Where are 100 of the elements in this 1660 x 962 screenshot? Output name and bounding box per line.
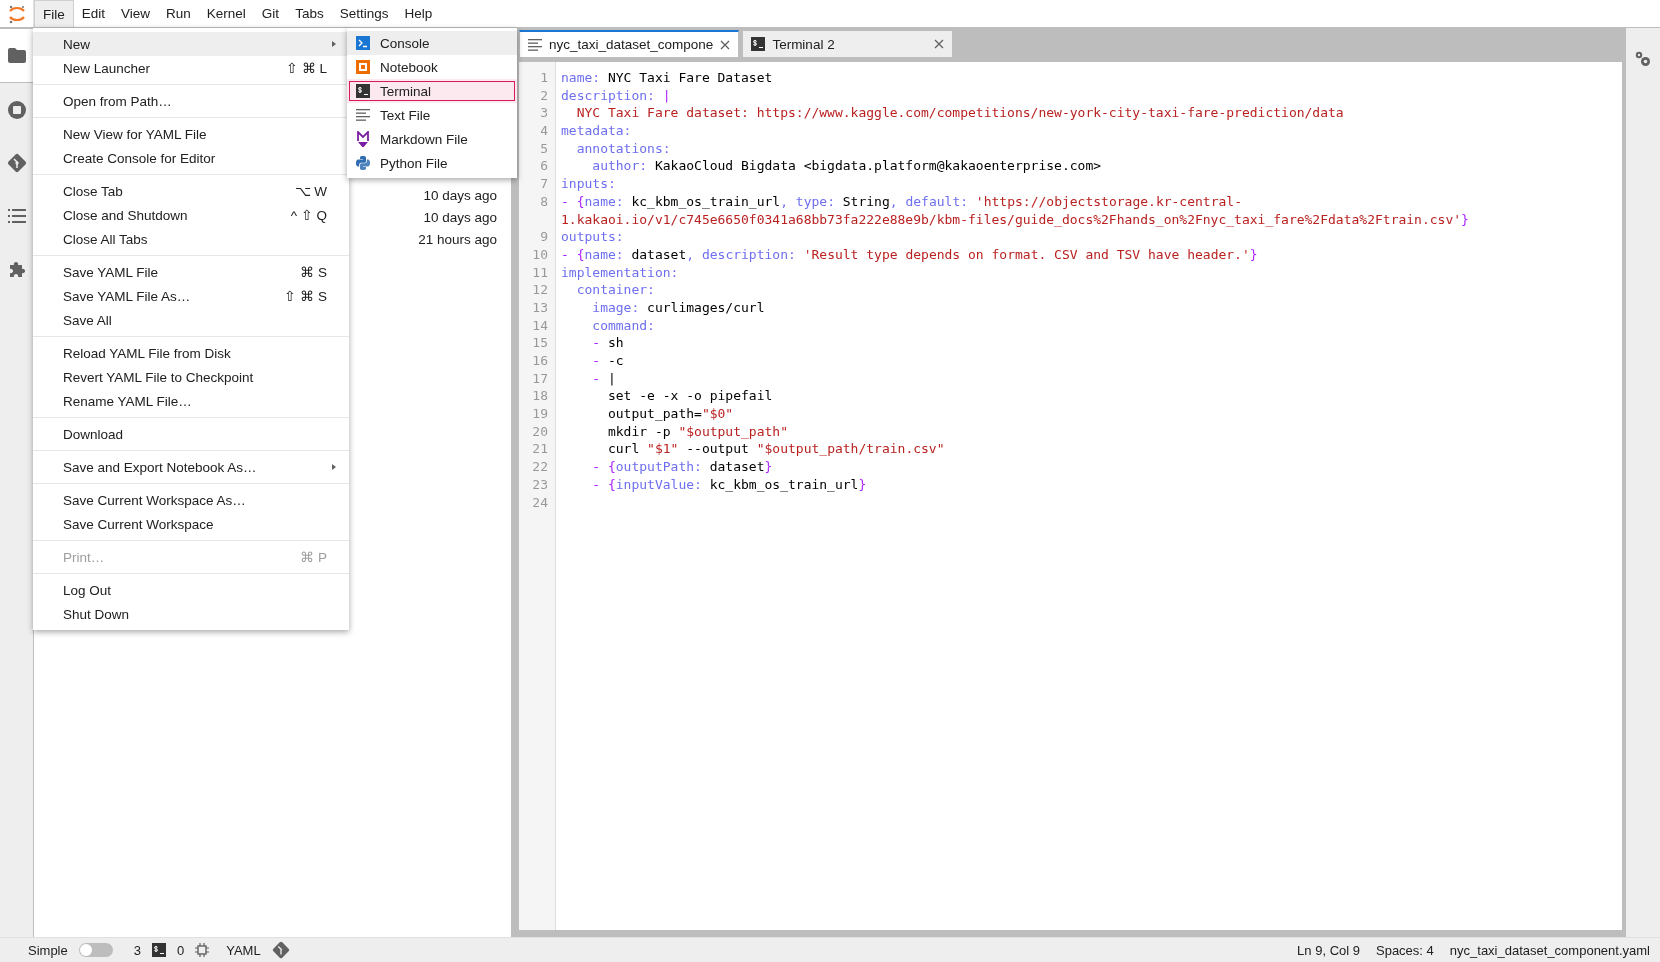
menu-entry[interactable]: Save YAML File ⌘ S — [33, 260, 349, 284]
line-number: 24 — [531, 493, 549, 512]
menu-entry[interactable]: New View for YAML File — [33, 122, 349, 146]
menu-entry[interactable]: Save Current Workspace As… — [33, 488, 349, 512]
code-line: inputs: — [561, 175, 617, 193]
gears-icon[interactable] — [1634, 50, 1652, 68]
terminal-icon — [152, 943, 166, 957]
code-line: description: | — [561, 86, 672, 105]
kernel-count: 0 — [177, 942, 185, 958]
code-line: - | — [591, 369, 617, 388]
menu-entry[interactable]: Log Out — [33, 578, 349, 602]
editor-tab[interactable]: Terminal 2 — [742, 30, 954, 58]
code-line: output_path="$0" — [606, 405, 735, 423]
code-line: name: NYC Taxi Fare Dataset — [561, 69, 774, 87]
sidebar-tab[interactable] — [0, 28, 33, 83]
line-number: 5 — [539, 139, 549, 158]
terminal-icon — [356, 84, 370, 98]
code-line: author: KakaoCloud Bigdata <bigdata.platform@kakaoenterprise.com> — [591, 157, 1103, 176]
modified-time: 21 hours ago — [418, 232, 497, 247]
line-number: 12 — [531, 281, 549, 299]
console-icon — [356, 36, 370, 50]
menu-entry[interactable]: Save and Export Notebook As… — [33, 455, 349, 479]
menu-entry[interactable]: Close and Shutdown ^ ⇧ Q — [33, 203, 349, 227]
terminal-icon — [751, 37, 766, 51]
line-number: 22 — [531, 458, 549, 476]
menu-item[interactable]: Run — [158, 0, 199, 27]
markdown-icon — [357, 131, 369, 147]
menu-entry[interactable]: New — [33, 32, 349, 56]
menu-entry[interactable]: Open from Path… — [33, 89, 349, 113]
python-icon — [356, 156, 370, 170]
menu-item[interactable]: Kernel — [198, 0, 254, 27]
menu-item[interactable]: Git — [253, 0, 288, 27]
menu-item[interactable]: Edit — [73, 0, 114, 27]
code-line: - {inputValue: kc_kbm_os_train_url} — [591, 475, 868, 494]
submenu-entry[interactable]: Markdown File — [347, 127, 517, 151]
code-line: implementation: — [561, 263, 680, 282]
text-lines-icon — [356, 109, 370, 121]
chip-icon — [195, 943, 210, 957]
code-line: set -e -x -o pipefail — [606, 387, 774, 406]
close-icon[interactable] — [720, 39, 731, 50]
code-line: outputs: — [561, 228, 625, 246]
line-number: 8 — [539, 192, 549, 211]
notebook-icon — [356, 60, 370, 74]
line-number: 11 — [531, 263, 549, 282]
menu-item[interactable]: View — [113, 0, 159, 27]
menu-entry[interactable]: Shut Down — [33, 602, 349, 626]
menu-item[interactable]: Tabs — [287, 0, 332, 27]
code-line: curl "$1" --output "$output_path/train.csv" — [606, 440, 946, 459]
line-number: 1 — [539, 69, 549, 87]
line-number: 7 — [539, 175, 549, 193]
code-line: - sh — [591, 334, 625, 352]
code-line: container: — [575, 281, 656, 299]
line-number: 2 — [539, 86, 549, 105]
code-line: - {outputPath: dataset} — [591, 458, 774, 476]
line-number: 14 — [531, 316, 549, 335]
menu-entry[interactable]: Download — [33, 422, 349, 446]
code-line: image: curlimages/curl — [591, 298, 766, 317]
code-line: metadata: — [561, 122, 633, 140]
menu-entry[interactable]: Close All Tabs — [33, 227, 349, 251]
menu-entry[interactable]: Revert YAML File to Checkpoint — [33, 365, 349, 389]
menu-entry[interactable]: Save YAML File As… ⇧ ⌘ S — [33, 284, 349, 308]
menu-entry[interactable]: New Launcher ⇧ ⌘ L — [33, 56, 349, 80]
submenu-entry[interactable]: Python File — [347, 151, 517, 175]
submenu-entry[interactable]: Console — [347, 31, 517, 55]
logo-icon[interactable] — [6, 3, 27, 24]
close-icon[interactable] — [934, 39, 945, 49]
code-line: - {name: dataset, description: 'Result type depends on format. CSV and TSV have header.'} — [561, 245, 1259, 264]
language-label[interactable]: YAML — [226, 942, 261, 958]
line-number: 9 — [539, 228, 549, 246]
code-line: command: — [591, 316, 656, 335]
menu-entry[interactable]: Save Current Workspace — [33, 512, 349, 536]
modified-time: 10 days ago — [423, 210, 497, 225]
code-line: - -c — [591, 352, 625, 370]
simple-mode-toggle[interactable] — [78, 943, 113, 957]
text-lines-icon — [528, 38, 542, 51]
line-number: 21 — [531, 440, 549, 459]
menu-entry[interactable]: Save All — [33, 308, 349, 332]
menu-entry[interactable]: Rename YAML File… — [33, 389, 349, 413]
terminal-count: 3 — [133, 942, 141, 958]
menu-entry[interactable]: Reload YAML File from Disk — [33, 341, 349, 365]
code-line: mkdir -p "$output_path" — [606, 422, 789, 441]
menu-entry[interactable]: Create Console for Editor — [33, 146, 349, 170]
line-number: 4 — [539, 122, 549, 140]
file-name: nyc_taxi_dataset_component.yaml — [1449, 942, 1650, 958]
submenu-entry[interactable]: Text File — [347, 103, 517, 127]
line-number: 10 — [531, 245, 549, 264]
submenu-entry[interactable]: Terminal — [347, 79, 517, 103]
line-number: 17 — [531, 369, 549, 388]
editor-tab[interactable]: nyc_taxi_dataset_compone — [519, 30, 740, 58]
menu-item[interactable]: File — [34, 0, 74, 27]
line-number: 15 — [531, 334, 549, 352]
menu-item[interactable]: Settings — [331, 0, 397, 27]
indent-setting[interactable]: Spaces: 4 — [1376, 942, 1434, 958]
menu-item[interactable]: Help — [396, 0, 441, 27]
line-number: 19 — [531, 405, 549, 423]
line-number: 6 — [539, 157, 549, 176]
cursor-position[interactable]: Ln 9, Col 9 — [1297, 942, 1360, 958]
submenu-entry[interactable]: Notebook — [347, 55, 517, 79]
menu-entry[interactable]: Close Tab ⌥ W — [33, 179, 349, 203]
line-number: 20 — [531, 422, 549, 441]
